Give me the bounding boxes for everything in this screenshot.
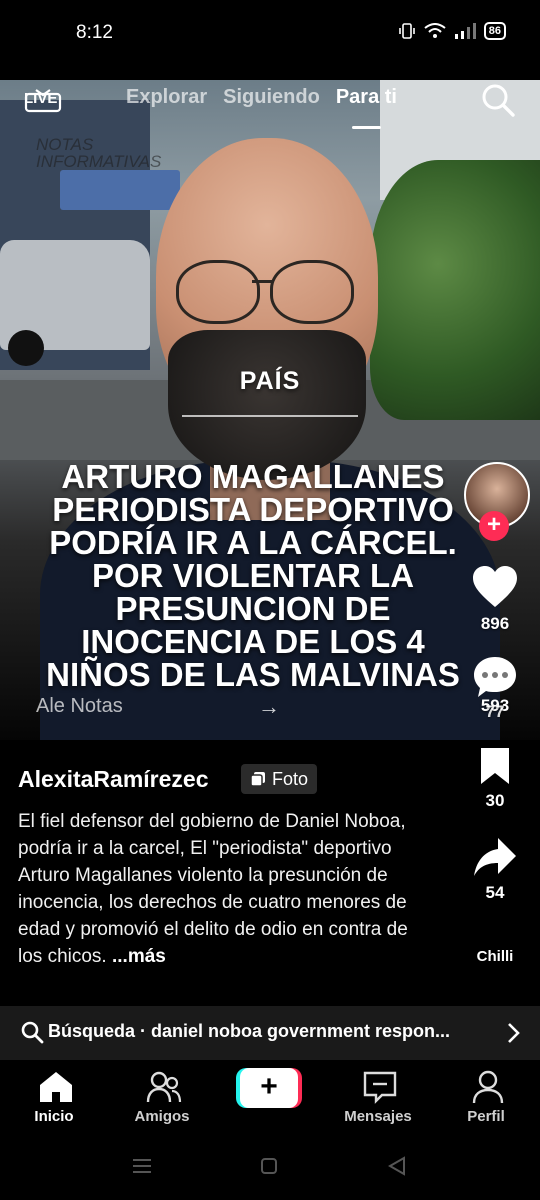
category-divider (182, 415, 358, 417)
tab-mensajes[interactable]: Mensajes (328, 1060, 428, 1136)
home-icon (40, 1072, 72, 1102)
menu-icon[interactable] (132, 1158, 152, 1174)
follow-button[interactable]: + (479, 511, 509, 541)
status-time: 8:12 (76, 22, 113, 43)
watermark-line-1: NOTAS (36, 135, 94, 154)
sound-disc[interactable]: Chilli (462, 948, 528, 965)
vibrate-icon (398, 23, 415, 39)
share-button[interactable]: 54 (462, 836, 528, 903)
friends-icon (146, 1071, 182, 1103)
background-sign (60, 170, 180, 210)
heart-icon (473, 566, 517, 607)
tab-amigos-label: Amigos (134, 1108, 190, 1125)
share-count: 54 (485, 883, 505, 902)
search-icon[interactable] (480, 82, 516, 118)
share-icon (474, 838, 516, 876)
search-suggestion-bar[interactable]: Búsqueda · daniel noboa government respo… (0, 1006, 540, 1060)
glasses-right-lens (270, 260, 354, 324)
bookmark-icon (481, 748, 509, 784)
comment-button[interactable]: 593 77 (462, 655, 528, 722)
plus-icon: + (240, 1068, 298, 1108)
background-car-wheel (8, 330, 44, 366)
glasses-left-lens (176, 260, 260, 324)
wifi-icon (424, 23, 446, 38)
music-label[interactable]: Ale Notas (36, 695, 123, 718)
search-suggestion-text: Búsqueda · daniel noboa government respo… (48, 1021, 451, 1041)
feed-tabs: Explorar Siguiendo Para ti (126, 86, 397, 129)
inbox-icon (363, 1071, 397, 1104)
create-button[interactable]: + (236, 1068, 302, 1108)
post-caption[interactable]: El fiel defensor del gobierno de Daniel … (18, 808, 428, 970)
photo-icon (250, 772, 265, 787)
save-button[interactable]: 30 (462, 746, 528, 811)
chilli-label: Chilli (476, 948, 514, 965)
photo-badge-label: Foto (272, 769, 309, 789)
tab-para-ti[interactable]: Para ti (336, 86, 397, 129)
tab-amigos[interactable]: Amigos (112, 1060, 212, 1136)
creator-username[interactable]: AlexitaRamírezec (18, 766, 209, 793)
profile-icon (472, 1070, 504, 1104)
glasses-bridge (252, 280, 272, 283)
live-label[interactable]: LIVE (24, 90, 57, 107)
watermark: NOTAS INFORMATIVAS (36, 136, 161, 170)
bottom-nav: Inicio Amigos + Mensajes Perfil (0, 1060, 540, 1136)
tab-mensajes-label: Mensajes (344, 1108, 412, 1125)
category-label: PAÍS (239, 367, 301, 395)
more-link[interactable]: ...más (107, 946, 166, 967)
tab-perfil[interactable]: Perfil (436, 1060, 536, 1136)
status-icons: 86 (398, 22, 506, 40)
battery-icon: 86 (483, 22, 506, 40)
headline-text: ARTURO MAGALLANES PERIODISTA DEPORTIVO P… (46, 458, 460, 693)
status-bar: 8:12 86 (0, 0, 540, 70)
like-count: 896 (480, 614, 510, 633)
chevron-right-icon (508, 1023, 520, 1043)
comment-icon (474, 657, 516, 697)
tab-explorar[interactable]: Explorar (126, 86, 207, 109)
comment-count-overlay: 77 (485, 702, 505, 721)
signal-icon (454, 23, 476, 39)
tab-inicio[interactable]: Inicio (4, 1060, 104, 1136)
back-icon[interactable] (388, 1156, 406, 1176)
caption-text: El fiel defensor del gobierno de Daniel … (18, 811, 408, 967)
tab-inicio-label: Inicio (34, 1108, 74, 1125)
photo-badge: Foto (241, 764, 318, 794)
tab-perfil-label: Perfil (467, 1108, 505, 1125)
music-arrow-icon[interactable]: → (258, 694, 280, 720)
system-nav-bar (0, 1136, 540, 1200)
tab-siguiendo[interactable]: Siguiendo (223, 86, 320, 109)
watermark-line-2: INFORMATIVAS (36, 152, 162, 171)
search-icon (21, 1021, 44, 1044)
like-button[interactable]: 896 (462, 565, 528, 634)
home-button-icon[interactable] (260, 1157, 278, 1175)
save-count: 30 (485, 791, 505, 810)
